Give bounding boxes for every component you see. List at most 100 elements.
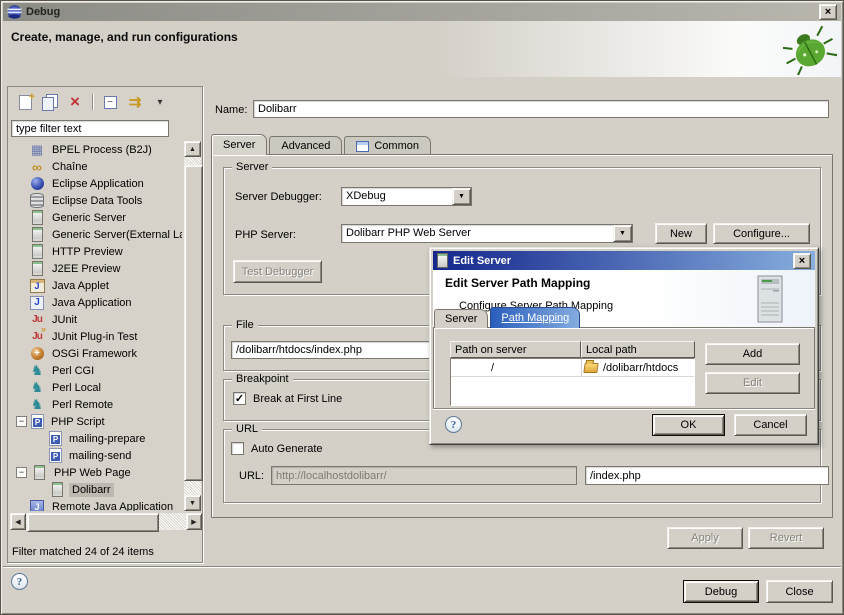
table-icon (356, 141, 369, 152)
delete-icon[interactable] (66, 94, 84, 111)
tree-item-java-applet[interactable]: Java Applet (10, 277, 182, 294)
footer-separator (3, 566, 841, 568)
vertical-scroll-thumb[interactable] (184, 165, 203, 481)
column-path-on-server[interactable]: Path on server (450, 341, 581, 358)
tree-item-junit[interactable]: JUnit (10, 311, 182, 328)
dialog-tab-server-label: Server (445, 313, 477, 325)
server-icon (437, 253, 448, 268)
tree-item-eclipse-data-tools[interactable]: Eclipse Data Tools (10, 192, 182, 209)
tree-item-label: Java Application (49, 296, 135, 310)
tree-item-dolibarr[interactable]: Dolibarr (10, 481, 182, 498)
edit-mapping-button[interactable]: Edit (705, 372, 800, 394)
tab-common-label: Common (374, 140, 419, 152)
tree-item-java-application[interactable]: Java Application (10, 294, 182, 311)
dialog-close-icon[interactable]: × (793, 253, 811, 269)
tree-item-label: Perl CGI (49, 364, 97, 378)
tree-item-php-web-page[interactable]: −PHP Web Page (10, 464, 182, 481)
dialog-tab-path-mapping[interactable]: Path Mapping (490, 307, 580, 328)
ok-button[interactable]: OK (652, 414, 725, 436)
close-button[interactable]: Close (766, 580, 833, 603)
tab-server[interactable]: Server (211, 134, 267, 155)
perl-icon (29, 363, 45, 378)
path-on-server-cell: / (451, 359, 581, 376)
window-titlebar: Debug × (3, 3, 841, 21)
tree-item-label: HTTP Preview (49, 245, 126, 259)
filter-input[interactable] (11, 120, 169, 137)
scroll-up-icon[interactable]: ▲ (184, 141, 201, 157)
bpel-process-icon (29, 142, 45, 157)
apply-button[interactable]: Apply (667, 527, 743, 549)
cancel-button[interactable]: Cancel (734, 414, 807, 436)
tree-item-bpel-process-b2j[interactable]: BPEL Process (B2J) (10, 141, 182, 158)
tree-item-perl-cgi[interactable]: Perl CGI (10, 362, 182, 379)
tree-item-generic-server-external-la[interactable]: Generic Server(External La (10, 226, 182, 243)
tree-item-label: JUnit Plug-in Test (49, 330, 140, 344)
local-path-cell: /dolibarr/htdocs (581, 359, 694, 376)
tree-item-label: mailing-prepare (66, 432, 148, 446)
tree-item-mailing-send[interactable]: mailing-send (10, 447, 182, 464)
tree-item-eclipse-application[interactable]: Eclipse Application (10, 175, 182, 192)
tree-item-label: Perl Local (49, 381, 104, 395)
tree-item-label: Chaîne (49, 160, 90, 174)
dialog-help-icon[interactable]: ? (445, 416, 462, 433)
tree-item-remote-java-application[interactable]: Remote Java Application (10, 498, 182, 511)
debug-window: Debug × Create, manage, and run configur… (0, 0, 844, 615)
dialog-titlebar: Edit Server × (433, 251, 815, 270)
tab-server-label: Server (223, 139, 255, 151)
tree-vertical-scrollbar[interactable]: ▲ ▼ (184, 141, 201, 511)
window-title: Debug (26, 6, 60, 18)
horizontal-scroll-thumb[interactable] (27, 513, 159, 532)
tree-horizontal-scrollbar[interactable]: ◀ ▶ (10, 513, 202, 530)
duplicate-icon[interactable] (41, 94, 59, 111)
name-input[interactable] (253, 100, 829, 118)
scroll-down-icon[interactable]: ▼ (184, 495, 201, 511)
scroll-left-icon[interactable]: ◀ (10, 513, 26, 530)
tree-item-osgi-framework[interactable]: OSGi Framework (10, 345, 182, 362)
column-local-path[interactable]: Local path (581, 341, 695, 358)
table-row[interactable]: / /dolibarr/htdocs (451, 359, 694, 377)
tree-item-perl-local[interactable]: Perl Local (10, 379, 182, 396)
tree-item-http-preview[interactable]: HTTP Preview (10, 243, 182, 260)
path-mapping-panel: Path on server Local path / /dolibarr/ht… (433, 327, 815, 409)
new-config-icon[interactable] (16, 94, 34, 111)
scroll-right-icon[interactable]: ▶ (186, 513, 202, 530)
tree-item-label: Java Applet (49, 279, 112, 293)
tree-item-mailing-prepare[interactable]: mailing-prepare (10, 430, 182, 447)
tree-item-cha-ne[interactable]: Chaîne (10, 158, 182, 175)
tree-item-j2ee-preview[interactable]: J2EE Preview (10, 260, 182, 277)
j2ee-preview-icon (29, 261, 45, 276)
tree-item-label: Generic Server(External La (49, 228, 182, 242)
php-script-icon (31, 414, 44, 429)
dialog-tabstrip: Server Path Mapping (434, 307, 580, 328)
tree-item-php-script[interactable]: − PHP Script (10, 413, 182, 430)
osgi-icon (29, 346, 45, 361)
tree-item-label: OSGi Framework (49, 347, 140, 361)
collapse-all-icon[interactable] (101, 94, 119, 111)
collapse-expander-icon[interactable]: − (16, 416, 27, 427)
server-config-icon (49, 482, 65, 497)
revert-button[interactable]: Revert (748, 527, 824, 549)
tree-item-junit-plug-in-test[interactable]: JUnit Plug-in Test (10, 328, 182, 345)
tree-item-perl-remote[interactable]: Perl Remote (10, 396, 182, 413)
window-close-icon[interactable]: × (819, 4, 837, 20)
debug-button[interactable]: Debug (683, 580, 759, 603)
eclipse-app-icon (29, 176, 45, 191)
junit-icon (29, 312, 45, 327)
filter-icon[interactable] (126, 94, 144, 111)
collapse-expander-icon[interactable]: − (16, 467, 27, 478)
configurations-tree: BPEL Process (B2J) ChaîneEclipse Applicat… (10, 141, 182, 511)
tab-common[interactable]: Common (344, 136, 431, 155)
debug-bug-icon (783, 25, 837, 75)
tree-item-generic-server[interactable]: Generic Server (10, 209, 182, 226)
tab-advanced-label: Advanced (281, 140, 330, 152)
tab-advanced[interactable]: Advanced (269, 136, 342, 155)
menu-dropdown-icon[interactable] (151, 94, 169, 111)
perl-icon (29, 380, 45, 395)
dialog-tab-server[interactable]: Server (434, 309, 488, 328)
help-icon[interactable]: ? (11, 573, 28, 590)
toolbar-separator (92, 94, 93, 110)
php-file-icon (49, 431, 62, 446)
tree-item-label: PHP Script (48, 415, 108, 429)
tree-item-label: JUnit (49, 313, 80, 327)
add-mapping-button[interactable]: Add (705, 343, 800, 365)
